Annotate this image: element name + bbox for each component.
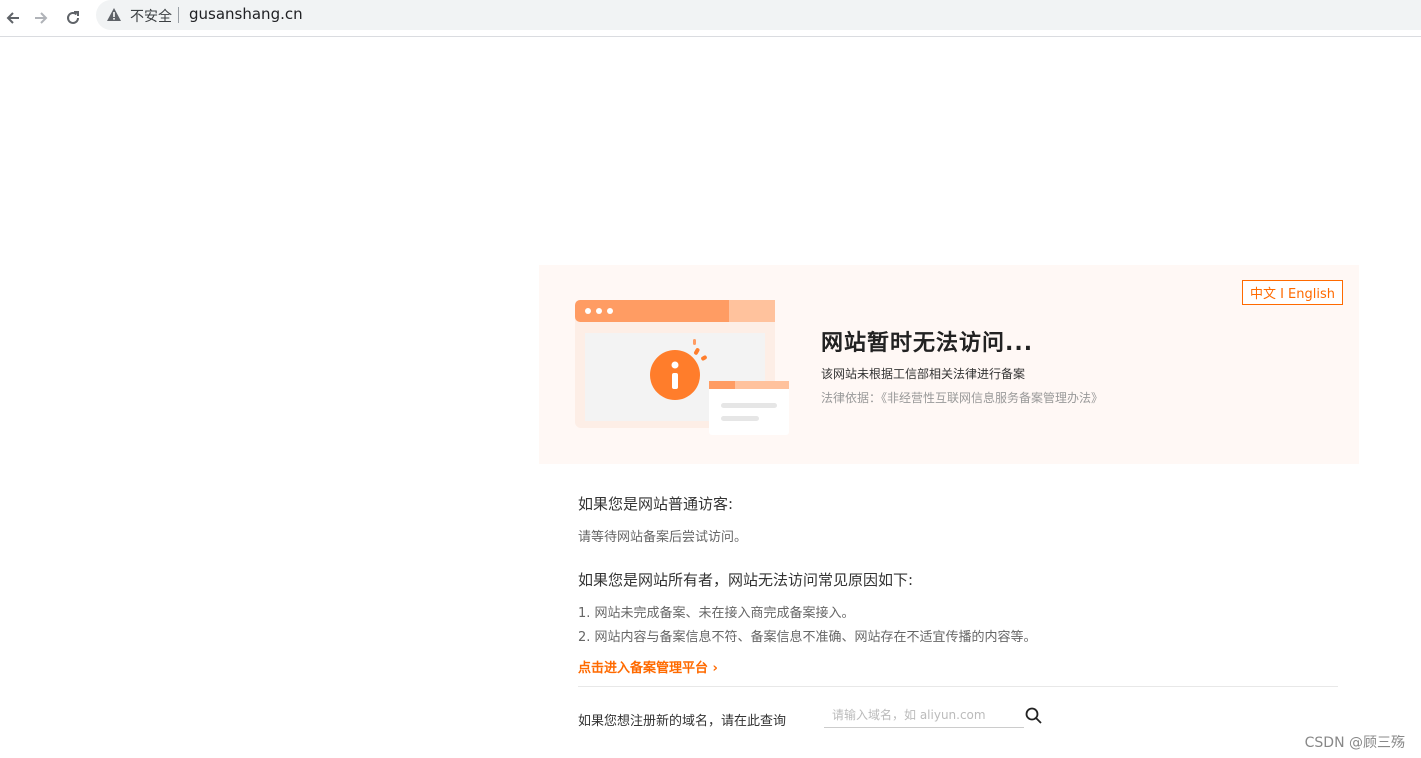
warning-icon[interactable] — [106, 7, 122, 22]
reason-item: 2. 网站内容与备案信息不符、备案信息不准确、网站存在不适宜传播的内容等。 — [578, 630, 1037, 645]
visitor-text: 请等待网站备案后尝试访问。 — [578, 530, 748, 545]
language-toggle[interactable]: 中文 I English — [1241, 280, 1343, 305]
divider — [578, 686, 1338, 687]
forward-arrow-icon — [35, 12, 48, 24]
browser-toolbar: 不安全 gusanshang.cn — [0, 0, 1421, 37]
page-title: 网站暂时无法访问... — [821, 331, 1034, 356]
domain-search-input[interactable] — [824, 702, 1024, 728]
search-icon[interactable] — [1024, 706, 1044, 726]
notice-banner: 中文 I English 网站暂时无法访问... 该网站未根据工信部相关法律进行… — [539, 265, 1359, 464]
forward-button[interactable] — [28, 5, 54, 31]
back-button[interactable] — [0, 5, 26, 31]
banner-description: 该网站未根据工信部相关法律进行备案 — [821, 367, 1026, 381]
owner-heading: 如果您是网站所有者，网站无法访问常见原因如下: — [578, 571, 914, 589]
security-label[interactable]: 不安全 — [130, 6, 172, 26]
address-separator — [178, 7, 179, 23]
legal-basis: 法律依据：《非经营性互联网信息服务备案管理办法》 — [821, 391, 1104, 405]
watermark-text: CSDN @顾三殇 — [1304, 735, 1405, 751]
filing-platform-link[interactable]: 点击进入备案管理平台 › — [578, 657, 718, 676]
url-text[interactable]: gusanshang.cn — [189, 5, 303, 23]
reason-item: 1. 网站未完成备案、未在接入商完成备案接入。 — [578, 606, 855, 621]
reload-icon — [67, 11, 79, 24]
reload-button[interactable] — [60, 5, 86, 31]
info-illustration-icon — [575, 300, 789, 435]
domain-query-label: 如果您想注册新的域名，请在此查询 — [578, 714, 787, 729]
back-arrow-icon — [6, 12, 19, 24]
address-bar[interactable]: 不安全 gusanshang.cn — [96, 0, 1421, 30]
visitor-heading: 如果您是网站普通访客: — [578, 495, 734, 513]
